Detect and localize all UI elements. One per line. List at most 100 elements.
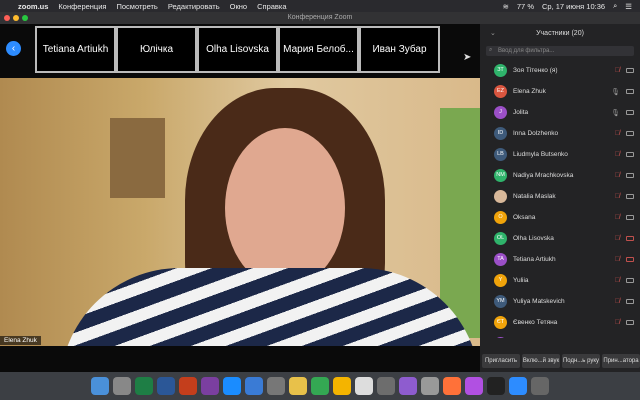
participant-row[interactable]: OL Olha Lisovska 🎙̸ — [480, 228, 640, 249]
dock-app-icon[interactable] — [223, 377, 241, 395]
participant-row[interactable]: YM Yuliya Matskevich 🎙̸ — [480, 291, 640, 312]
camera-icon[interactable] — [626, 131, 634, 136]
participant-list[interactable]: ЗТ Зоя Тітенко (я) 🎙̸ EZ Elena Zhuk 🎙 J Jolita 🎙… — [480, 60, 640, 338]
menu-view[interactable]: Посмотреть — [116, 2, 157, 11]
dock-app-icon[interactable] — [157, 377, 175, 395]
menu-window[interactable]: Окно — [230, 2, 247, 11]
mic-muted-icon[interactable]: 🎙̸ — [615, 130, 620, 137]
participant-row[interactable]: LB Liudmyla Butsenko 🎙̸ — [480, 144, 640, 165]
dock-app-icon[interactable] — [113, 377, 131, 395]
participant-row[interactable]: TA Tetiana Artiukh 🎙̸ — [480, 249, 640, 270]
dock-app-icon[interactable] — [267, 377, 285, 395]
camera-icon[interactable] — [626, 68, 634, 73]
zoom-button[interactable] — [22, 15, 28, 21]
dock-app-icon[interactable] — [333, 377, 351, 395]
chevron-down-icon[interactable]: ⌄ — [490, 24, 496, 44]
camera-icon[interactable] — [626, 173, 634, 178]
participant-row[interactable]: J Jolita 🎙 — [480, 102, 640, 123]
participant-row[interactable]: ЗТ Зоя Тітенко (я) 🎙̸ — [480, 60, 640, 81]
mic-muted-icon[interactable]: 🎙̸ — [615, 214, 620, 221]
dock-app-icon[interactable] — [135, 377, 153, 395]
mic-muted-icon[interactable]: 🎙̸ — [615, 151, 620, 158]
mic-muted-icon[interactable]: 🎙̸ — [615, 235, 620, 242]
camera-icon[interactable] — [626, 194, 634, 199]
clock[interactable]: Ср, 17 июня 10:36 — [542, 2, 605, 11]
dock-app-icon[interactable] — [201, 377, 219, 395]
camera-icon[interactable] — [626, 110, 634, 115]
camera-icon[interactable] — [626, 89, 634, 94]
participant-row[interactable]: EZ Elena Zhuk 🎙 — [480, 81, 640, 102]
participant-row[interactable]: ЄТ Євенко Тетяна 🎙̸ — [480, 312, 640, 333]
participant-row[interactable]: NM Nadiya Mrachkovska 🎙̸ — [480, 165, 640, 186]
dock-app-icon[interactable] — [443, 377, 461, 395]
battery-status[interactable]: 77 % — [517, 2, 534, 11]
menu-edit[interactable]: Редактировать — [168, 2, 220, 11]
dock-app-icon[interactable] — [377, 377, 395, 395]
dock-app-icon[interactable] — [289, 377, 307, 395]
mic-muted-icon[interactable]: 🎙̸ — [615, 67, 620, 74]
raise-hand-button[interactable]: Подн...ь руку — [562, 354, 600, 368]
dock-app-icon[interactable] — [509, 377, 527, 395]
menu-conference[interactable]: Конференция — [58, 2, 106, 11]
camera-off-icon[interactable] — [626, 257, 634, 262]
dock-app-icon[interactable] — [355, 377, 373, 395]
mic-muted-icon[interactable]: 🎙̸ — [615, 193, 620, 200]
dock-app-icon[interactable] — [421, 377, 439, 395]
thumbnail[interactable]: Tetiana Artiukh — [35, 26, 116, 73]
participant-name: Elena Zhuk — [513, 88, 546, 95]
dock-app-icon[interactable] — [311, 377, 329, 395]
avatar: O — [494, 211, 507, 224]
camera-icon[interactable] — [626, 320, 634, 325]
camera-icon[interactable] — [626, 278, 634, 283]
mic-icon[interactable]: 🎙 — [611, 109, 620, 117]
menu-help[interactable]: Справка — [257, 2, 286, 11]
dock-app-icon[interactable] — [465, 377, 483, 395]
dock-app-icon[interactable] — [245, 377, 263, 395]
search-icon[interactable]: ⌕ — [613, 1, 617, 11]
dock-app-icon[interactable] — [399, 377, 417, 395]
mic-muted-icon[interactable]: 🎙̸ — [615, 256, 620, 263]
dock-app-icon[interactable] — [91, 377, 109, 395]
participant-row[interactable]: Natalia Maslak 🎙̸ — [480, 186, 640, 207]
mic-muted-icon[interactable]: 🎙̸ — [615, 277, 620, 284]
filter-input[interactable]: Ввод для фильтра... — [486, 45, 634, 56]
panel-title: Участники (20) — [536, 30, 584, 37]
avatar: Y — [494, 274, 507, 287]
minimize-button[interactable] — [13, 15, 19, 21]
participant-row[interactable]: АБ🎙̸ — [480, 333, 640, 338]
camera-off-icon[interactable] — [626, 236, 634, 241]
participant-name: Inna Dolzhenko — [513, 130, 559, 137]
wifi-icon[interactable]: ≋ — [503, 2, 509, 11]
avatar: ЄТ — [494, 316, 507, 329]
dock-app-icon[interactable] — [531, 377, 549, 395]
thumbnail[interactable]: Иван Зубар — [359, 26, 440, 73]
menu-app[interactable]: zoom.us — [18, 2, 48, 11]
unmute-button[interactable]: Вклю...й звук — [522, 354, 560, 368]
chevron-left-icon[interactable]: ‹ — [6, 41, 21, 56]
mic-muted-icon[interactable]: 🎙̸ — [615, 298, 620, 305]
mic-icon[interactable]: 🎙 — [611, 88, 620, 96]
menu-list-icon[interactable]: ☰ — [625, 2, 632, 11]
participants-panel: ⌄ Участники (20) Ввод для фильтра... ЗТ Зо… — [480, 24, 640, 372]
dock — [0, 372, 640, 400]
thumbnail[interactable]: Мария Белоб... — [278, 26, 359, 73]
camera-icon[interactable] — [626, 152, 634, 157]
camera-icon[interactable] — [626, 215, 634, 220]
close-button[interactable] — [4, 15, 10, 21]
thumbnail[interactable]: Юлічка — [116, 26, 197, 73]
participant-row[interactable]: Y Yuliia 🎙̸ — [480, 270, 640, 291]
participant-row[interactable]: O Oksana 🎙̸ — [480, 207, 640, 228]
claim-host-button[interactable]: Прин...атора — [602, 354, 640, 368]
avatar: АБ — [494, 337, 507, 338]
dock-app-icon[interactable] — [487, 377, 505, 395]
camera-icon[interactable] — [626, 299, 634, 304]
window-title: Конференция Zoom — [287, 14, 353, 21]
mic-muted-icon[interactable]: 🎙̸ — [615, 172, 620, 179]
participant-name: Jolita — [513, 109, 529, 116]
invite-button[interactable]: Пригласить — [482, 354, 520, 368]
active-speaker-video — [0, 78, 480, 346]
mic-muted-icon[interactable]: 🎙̸ — [615, 319, 620, 326]
thumbnail[interactable]: Olha Lisovska — [197, 26, 278, 73]
dock-app-icon[interactable] — [179, 377, 197, 395]
participant-row[interactable]: ID Inna Dolzhenko 🎙̸ — [480, 123, 640, 144]
